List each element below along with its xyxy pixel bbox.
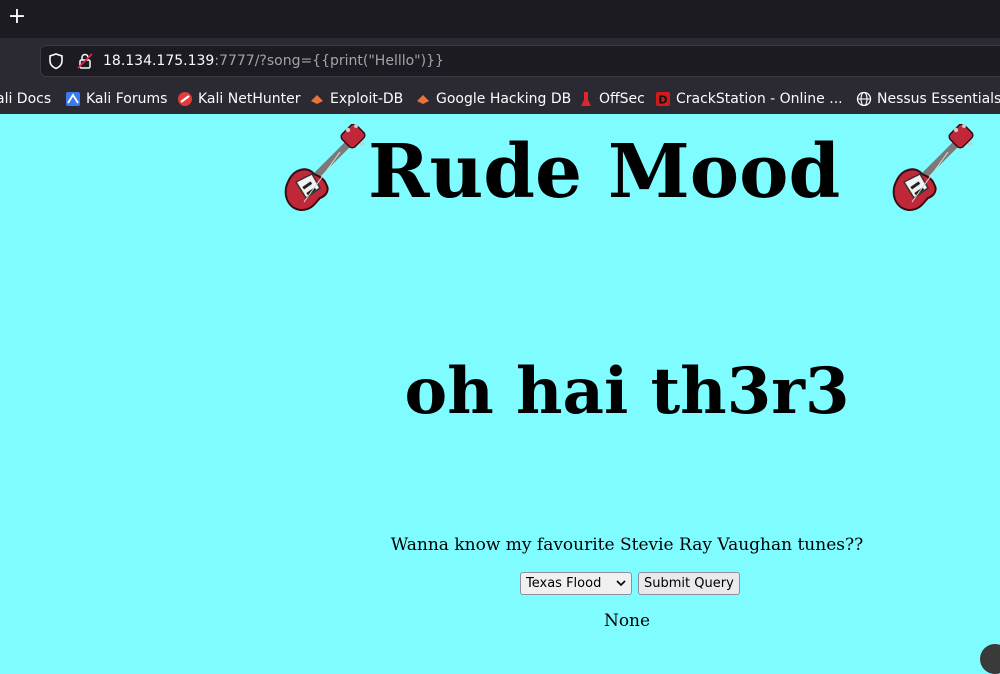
exploit-db-icon	[311, 95, 323, 104]
bookmark-kali-forums[interactable]: Kali Forums	[65, 89, 167, 109]
shield-icon[interactable]	[47, 52, 65, 70]
svg-text:D: D	[658, 94, 667, 107]
bookmark-label: Google Hacking DB	[436, 91, 572, 107]
insecure-lock-icon[interactable]	[76, 52, 94, 70]
submit-query-button[interactable]: Submit Query	[638, 572, 740, 595]
guitar-icon	[284, 124, 366, 212]
new-tab-button[interactable]: +	[6, 4, 28, 30]
crackstation-icon: D	[656, 92, 670, 107]
bookmark-label: Nessus Essentials	[877, 91, 1000, 107]
bookmark-label: CrackStation - Online ...	[676, 91, 843, 107]
tab-bar: +	[0, 0, 1000, 38]
bookmark-label: Exploit-DB	[330, 91, 404, 107]
url-text[interactable]: 18.134.175.139:7777/?song={{print("Helll…	[103, 51, 444, 71]
url-host: 18.134.175.139	[103, 53, 215, 69]
bookmark-label: Kali NetHunter	[198, 91, 301, 107]
offsec-icon	[581, 92, 591, 106]
ghdb-icon	[417, 95, 429, 104]
bookmark-offsec[interactable]: OffSec	[578, 89, 645, 109]
bookmark-kali-docs[interactable]: ali Docs	[0, 89, 51, 109]
guitar-icon	[892, 124, 974, 212]
corner-overlay-button[interactable]	[980, 644, 1000, 674]
query-result: None	[603, 611, 651, 631]
song-select[interactable]: Texas Flood	[520, 572, 632, 595]
bookmark-kali-nethunter[interactable]: Kali NetHunter	[177, 89, 300, 109]
song-select-value: Texas Flood	[526, 576, 602, 591]
kali-forums-icon	[66, 92, 80, 106]
bookmark-label: ali Docs	[0, 91, 52, 107]
bookmark-nessus-essentials[interactable]: Nessus Essentials	[856, 89, 1000, 109]
bookmarks-toolbar: ali Docs Kali Forums Kali NetHunter Expl…	[0, 84, 1000, 114]
bookmark-label: Kali Forums	[86, 91, 168, 107]
song-question: Wanna know my favourite Stevie Ray Vaugh…	[390, 535, 864, 555]
bookmark-google-hacking-db[interactable]: Google Hacking DB	[415, 89, 571, 109]
chevron-down-icon	[616, 580, 626, 587]
url-path: :7777/?song={{print("Helllo")}}	[214, 53, 444, 69]
bookmark-exploit-db[interactable]: Exploit-DB	[309, 89, 403, 109]
song-form: Texas Flood Submit Query	[520, 572, 740, 595]
page-title: Rude Mood	[368, 129, 841, 215]
bookmark-label: OffSec	[599, 91, 645, 107]
bookmark-crackstation[interactable]: D CrackStation - Online ...	[655, 89, 843, 109]
globe-icon	[856, 91, 872, 107]
page-subtitle: oh hai th3r3	[404, 354, 850, 429]
nethunter-icon	[178, 92, 192, 106]
